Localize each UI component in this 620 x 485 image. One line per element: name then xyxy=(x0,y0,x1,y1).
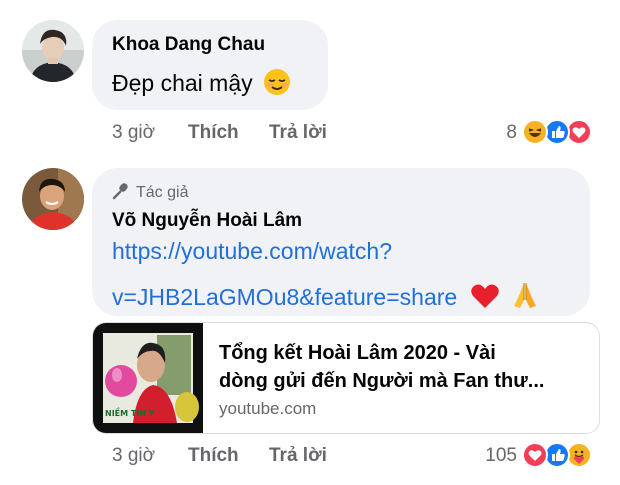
like-link[interactable]: Thích xyxy=(188,122,239,144)
reaction-count: 105 xyxy=(485,445,517,466)
love-reaction-icon xyxy=(522,442,548,468)
comment-text: Đẹp chai mậy xyxy=(112,68,291,102)
link-preview-title-line2[interactable]: dòng gửi đến Người mà Fan thư... xyxy=(219,367,544,395)
link-preview-domain: youtube.com xyxy=(219,399,317,418)
author-badge-label: Tác giả xyxy=(136,184,189,201)
reply-link[interactable]: Trả lời xyxy=(269,122,327,144)
reaction-summary[interactable]: 105 xyxy=(470,441,605,471)
comment-link[interactable]: https://youtube.com/watch? xyxy=(112,238,392,265)
reaction-count: 8 xyxy=(506,122,517,143)
red-heart-icon xyxy=(470,282,500,316)
reaction-summary[interactable]: 8 xyxy=(470,118,605,148)
haha-reaction-icon xyxy=(522,119,548,145)
comment-author[interactable]: Khoa Dang Chau xyxy=(112,34,265,56)
link-preview-title-line1[interactable]: Tổng kết Hoài Lâm 2020 - Vài xyxy=(219,339,544,367)
comment-text-content: Đẹp chai mậy xyxy=(112,70,253,96)
link-preview-title[interactable]: Tổng kết Hoài Lâm 2020 - Vài dòng gửi đế… xyxy=(219,339,544,395)
like-link[interactable]: Thích xyxy=(188,445,239,467)
comment-author[interactable]: Võ Nguyễn Hoài Lâm xyxy=(112,210,302,232)
reply-link[interactable]: Trả lời xyxy=(269,445,327,467)
comment-time[interactable]: 3 giờ xyxy=(112,122,155,144)
comment-link-line2-text[interactable]: v=JHB2LaGMOu8&feature=share xyxy=(112,284,457,310)
thumbnail-caption: NIỀM TIN Y xyxy=(105,409,155,418)
avatar[interactable] xyxy=(22,20,84,82)
comment-time[interactable]: 3 giờ xyxy=(112,445,155,467)
avatar[interactable] xyxy=(22,168,84,230)
microphone-icon xyxy=(112,182,130,205)
folded-hands-icon xyxy=(510,280,540,316)
comment-link-line2[interactable]: v=JHB2LaGMOu8&feature=share xyxy=(112,280,540,316)
link-preview-card[interactable]: NIỀM TIN Y Tổng kết Hoài Lâm 2020 - Vài … xyxy=(92,322,600,434)
relieved-face-icon xyxy=(263,68,291,102)
link-preview-thumbnail[interactable]: NIỀM TIN Y xyxy=(93,323,203,433)
author-badge: Tác giả xyxy=(112,182,188,205)
